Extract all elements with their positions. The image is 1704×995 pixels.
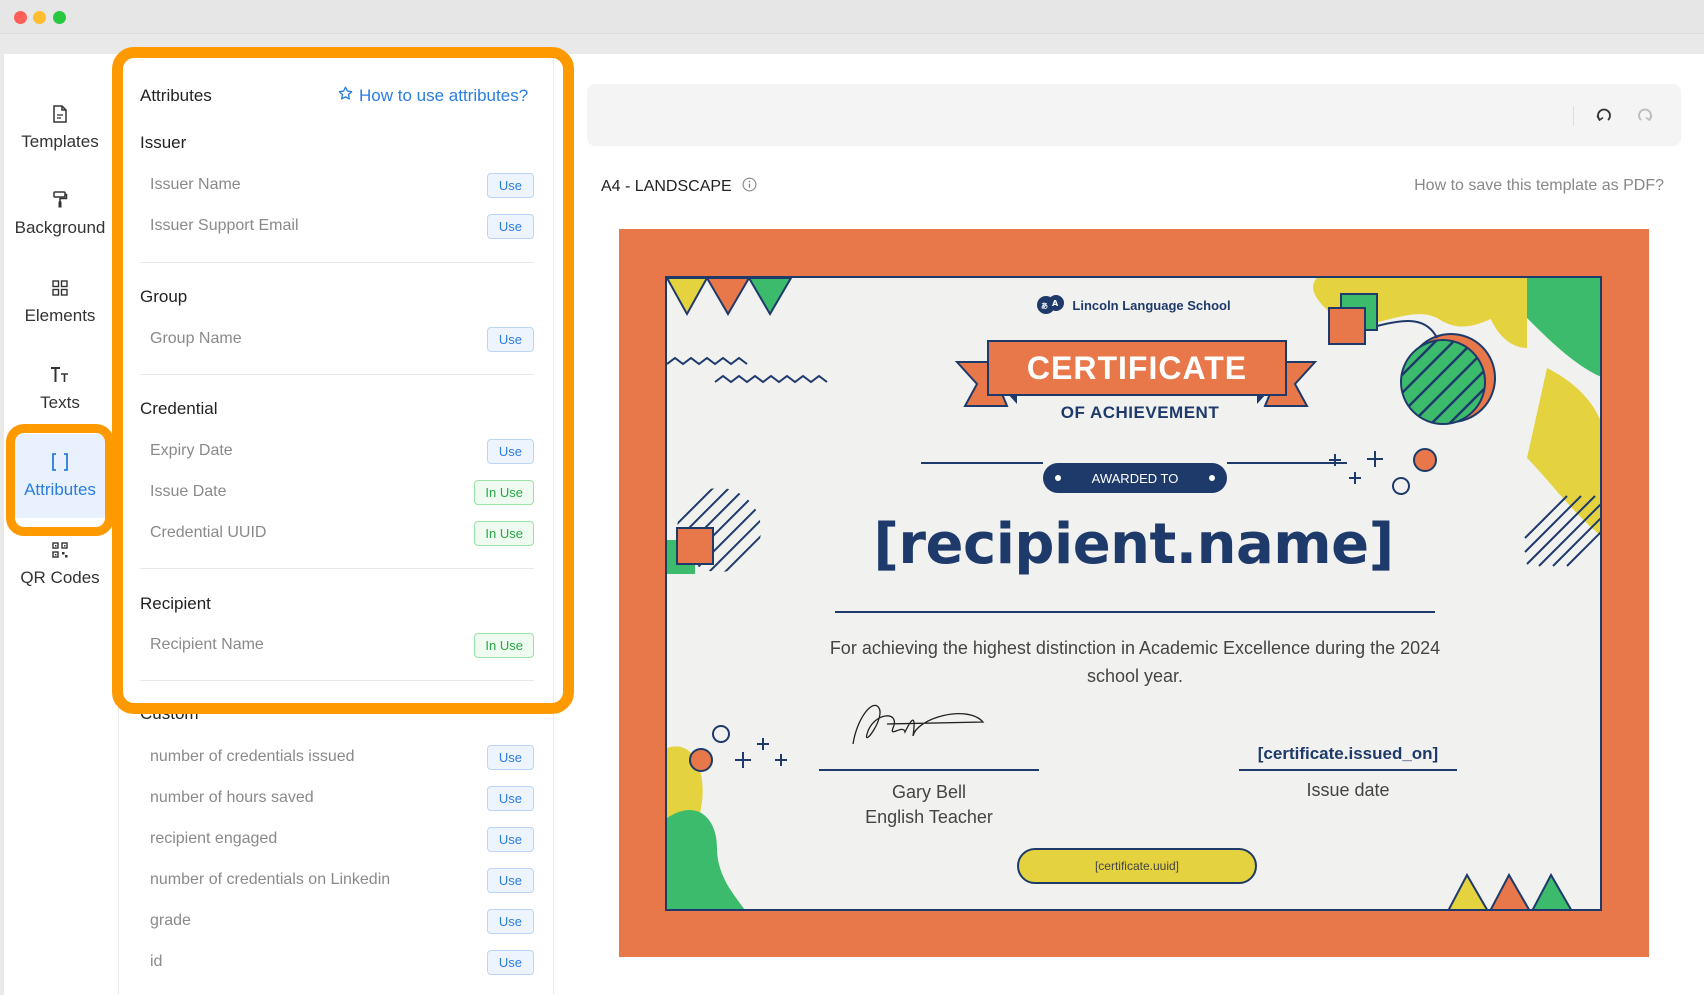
attributes-panel-highlight [112, 47, 574, 714]
page-size-text: A4 - LANDSCAPE [601, 178, 732, 195]
signer-role: English Teacher [865, 807, 993, 827]
grid-icon [50, 278, 70, 298]
rail-label: Elements [24, 306, 96, 325]
certificate-subtitle[interactable]: OF ACHIEVEMENT [1027, 394, 1253, 432]
attribute-name: recipient engaged [150, 830, 278, 847]
attribute-row: number of credentials on Linkedin Use [150, 866, 534, 894]
qr-icon [50, 540, 70, 560]
page-size-label: A4 - LANDSCAPE [601, 177, 757, 197]
info-icon[interactable] [742, 177, 757, 197]
window-titlebar [0, 0, 1704, 34]
svg-text:A: A [1052, 299, 1059, 308]
rail-item-elements[interactable]: Elements [10, 260, 110, 344]
zoom-window-button[interactable] [53, 11, 66, 24]
attribute-name: number of credentials on Linkedin [150, 871, 391, 888]
school-logo-icon: あ A [1037, 295, 1065, 314]
attribute-name: number of hours saved [150, 789, 314, 806]
minimize-window-button[interactable] [33, 11, 46, 24]
attribute-row: number of hours saved Use [150, 784, 534, 812]
rail-label: Background [14, 218, 106, 237]
rail-item-texts[interactable]: Texts [10, 347, 110, 431]
issued-on-attribute[interactable]: [certificate.issued_on] [1239, 744, 1457, 764]
attributes-highlight [6, 424, 114, 536]
use-attribute-button[interactable]: Use [486, 744, 534, 770]
attribute-row: recipient engaged Use [150, 825, 534, 853]
use-attribute-button[interactable]: Use [486, 908, 534, 934]
attribute-name: grade [150, 912, 191, 929]
pdf-help-link[interactable]: How to save this template as PDF? [1414, 177, 1664, 195]
editor-toolbar [587, 84, 1681, 146]
svg-text:あ: あ [1041, 301, 1048, 310]
signer-block[interactable]: Gary Bell English Teacher [819, 780, 1039, 830]
rail-item-templates[interactable]: Templates [10, 86, 110, 170]
recipient-name-attribute[interactable]: [recipient.name] [667, 512, 1600, 577]
file-icon [50, 104, 70, 124]
rail-label: Texts [40, 393, 80, 412]
school-name: Lincoln Language School [1072, 297, 1231, 313]
attribute-name: id [150, 953, 163, 970]
use-attribute-button[interactable]: Use [486, 949, 534, 975]
toolbar-separator [1573, 106, 1574, 126]
school-header: あ A Lincoln Language School [667, 294, 1600, 316]
undo-icon[interactable] [1592, 104, 1616, 128]
attribute-row: number of credentials issued Use [150, 743, 534, 771]
recipient-underline [835, 611, 1435, 613]
issue-date-label[interactable]: Issue date [1239, 780, 1457, 801]
attribute-name: number of credentials issued [150, 748, 355, 765]
paint-roller-icon [50, 190, 70, 210]
certificate-title[interactable]: CERTIFICATE [987, 340, 1287, 396]
issued-line [1239, 769, 1457, 771]
rail-item-background[interactable]: Background [10, 172, 110, 256]
text-icon [50, 365, 70, 385]
use-attribute-button[interactable]: Use [486, 785, 534, 811]
rail-label: QR Codes [20, 568, 100, 587]
signer-name: Gary Bell [891, 782, 967, 802]
attribute-row: grade Use [150, 907, 534, 935]
signature-line [819, 769, 1039, 771]
use-attribute-button[interactable]: Use [486, 826, 534, 852]
uuid-attribute[interactable]: [certificate.uuid] [1017, 848, 1257, 884]
attribute-row: id Use [150, 948, 534, 976]
certificate[interactable]: あ A Lincoln Language School CERTIFICATE … [665, 276, 1602, 911]
redo-icon[interactable] [1633, 104, 1657, 128]
use-attribute-button[interactable]: Use [486, 867, 534, 893]
close-window-button[interactable] [14, 11, 27, 24]
certificate-description[interactable]: For achieving the highest distinction in… [807, 634, 1463, 690]
awarded-to-pill[interactable]: AWARDED TO [1043, 463, 1227, 493]
rail-label: Templates [21, 132, 99, 151]
